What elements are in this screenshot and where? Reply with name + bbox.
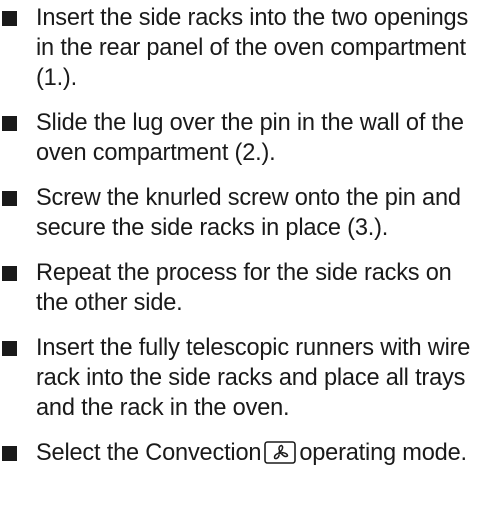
- step-text: Insert the side racks into the two openi…: [36, 5, 469, 91]
- convection-fan-icon: [264, 441, 297, 464]
- step-slide-lug: Slide the lug over the pin in the wall o…: [0, 108, 486, 168]
- step-text: Slide the lug over the pin in the wall o…: [36, 110, 464, 166]
- bullet-square-icon: [2, 341, 17, 356]
- step-select-convection: Select the Convection operating mode.: [0, 438, 486, 468]
- step-text-after: operating mode.: [299, 440, 467, 466]
- bullet-square-icon: [2, 191, 17, 206]
- step-text: Repeat the process for the side racks on…: [36, 260, 452, 316]
- step-text-before: Select the Convection: [36, 440, 262, 466]
- bullet-square-icon: [2, 446, 17, 461]
- step-screw-knurled-screw: Screw the knurled screw onto the pin and…: [0, 183, 486, 243]
- step-repeat-other-side: Repeat the process for the side racks on…: [0, 258, 486, 318]
- bullet-square-icon: [2, 266, 17, 281]
- instruction-list: Insert the side racks into the two openi…: [0, 0, 486, 468]
- bullet-square-icon: [2, 11, 17, 26]
- step-insert-runners: Insert the fully telescopic runners with…: [0, 333, 486, 423]
- step-text: Insert the fully telescopic runners with…: [36, 335, 471, 421]
- step-text: Screw the knurled screw onto the pin and…: [36, 185, 461, 241]
- bullet-square-icon: [2, 116, 17, 131]
- step-insert-side-racks: Insert the side racks into the two openi…: [0, 3, 486, 93]
